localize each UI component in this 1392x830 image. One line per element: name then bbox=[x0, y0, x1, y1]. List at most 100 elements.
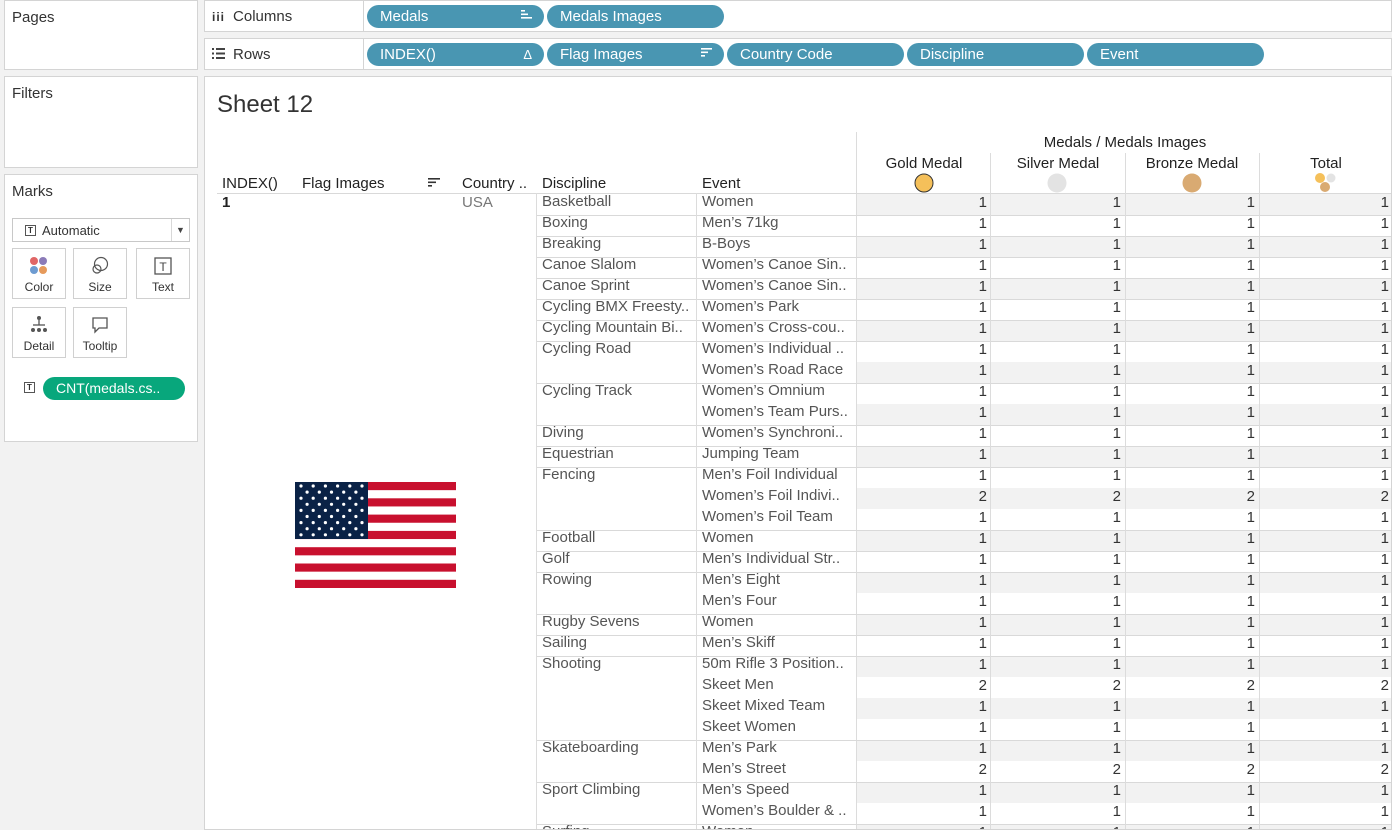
silver-value-cell[interactable]: 1 bbox=[1061, 256, 1121, 276]
discipline-cell[interactable]: Skateboarding bbox=[542, 738, 690, 758]
total-value-cell[interactable]: 1 bbox=[1329, 466, 1389, 486]
bronze-value-cell[interactable]: 1 bbox=[1195, 634, 1255, 654]
bronze-value-cell[interactable]: 1 bbox=[1195, 802, 1255, 822]
silver-value-cell[interactable]: 2 bbox=[1061, 760, 1121, 780]
event-cell[interactable]: Women’s Canoe Sin.. bbox=[702, 255, 852, 275]
bronze-value-cell[interactable]: 1 bbox=[1195, 718, 1255, 738]
bronze-value-cell[interactable]: 1 bbox=[1195, 340, 1255, 360]
discipline-cell[interactable]: Cycling BMX Freesty.. bbox=[542, 297, 690, 317]
bronze-value-cell[interactable]: 1 bbox=[1195, 529, 1255, 549]
event-cell[interactable]: Women’s Individual .. bbox=[702, 339, 852, 359]
bronze-value-cell[interactable]: 1 bbox=[1195, 739, 1255, 759]
table-row[interactable]: Diving Women’s Synchroni.. 1 1 1 1 bbox=[205, 423, 1391, 446]
event-cell[interactable]: 50m Rifle 3 Position.. bbox=[702, 654, 852, 674]
table-row[interactable]: Equestrian Jumping Team 1 1 1 1 bbox=[205, 444, 1391, 467]
table-row[interactable]: Fencing Men’s Foil Individual 1 1 1 1 bbox=[205, 466, 1391, 488]
event-cell[interactable]: B-Boys bbox=[702, 234, 852, 254]
bronze-value-cell[interactable]: 1 bbox=[1195, 697, 1255, 717]
total-value-cell[interactable]: 1 bbox=[1329, 277, 1389, 297]
gold-value-cell[interactable]: 1 bbox=[927, 508, 987, 528]
event-cell[interactable]: Men’s Skiff bbox=[702, 633, 852, 653]
country-header[interactable]: Country .. bbox=[462, 175, 527, 192]
gold-value-cell[interactable]: 1 bbox=[927, 718, 987, 738]
event-cell[interactable]: Women bbox=[702, 192, 852, 212]
gold-value-cell[interactable]: 1 bbox=[927, 256, 987, 276]
silver-value-cell[interactable]: 1 bbox=[1061, 235, 1121, 255]
total-value-cell[interactable]: 1 bbox=[1329, 361, 1389, 381]
table-row[interactable]: Surfing Women 1 1 1 1 bbox=[205, 823, 1391, 829]
table-row[interactable]: Golf Men’s Individual Str.. 1 1 1 1 bbox=[205, 550, 1391, 572]
silver-value-cell[interactable]: 1 bbox=[1061, 571, 1121, 591]
gold-value-cell[interactable]: 1 bbox=[927, 340, 987, 360]
silver-value-cell[interactable]: 1 bbox=[1061, 529, 1121, 549]
discipline-cell[interactable]: Basketball bbox=[542, 192, 690, 212]
table-row[interactable]: Women’s Team Purs.. 1 1 1 1 bbox=[205, 402, 1391, 425]
bronze-value-cell[interactable]: 1 bbox=[1195, 613, 1255, 633]
discipline-cell[interactable]: Cycling Road bbox=[542, 339, 690, 359]
table-row[interactable]: Women’s Foil Team 1 1 1 1 bbox=[205, 507, 1391, 530]
gold-value-cell[interactable]: 2 bbox=[927, 676, 987, 696]
bronze-value-cell[interactable]: 2 bbox=[1195, 487, 1255, 507]
silver-value-cell[interactable]: 1 bbox=[1061, 382, 1121, 402]
gold-value-cell[interactable]: 1 bbox=[927, 319, 987, 339]
total-value-cell[interactable]: 1 bbox=[1329, 382, 1389, 402]
total-value-cell[interactable]: 1 bbox=[1329, 298, 1389, 318]
total-value-cell[interactable]: 1 bbox=[1329, 613, 1389, 633]
table-row[interactable]: Canoe Slalom Women’s Canoe Sin.. 1 1 1 1 bbox=[205, 255, 1391, 278]
silver-value-cell[interactable]: 1 bbox=[1061, 298, 1121, 318]
cnt-field-pill[interactable]: CNT(medals.cs.. bbox=[43, 377, 185, 400]
silver-value-cell[interactable]: 1 bbox=[1061, 466, 1121, 486]
gold-value-cell[interactable]: 1 bbox=[927, 823, 987, 829]
gold-value-cell[interactable]: 1 bbox=[927, 550, 987, 570]
bronze-value-cell[interactable]: 1 bbox=[1195, 823, 1255, 829]
gold-value-cell[interactable]: 1 bbox=[927, 781, 987, 801]
index-pill[interactable]: INDEX() Δ bbox=[367, 43, 544, 66]
tooltip-button[interactable]: Tooltip bbox=[73, 307, 127, 358]
event-cell[interactable]: Women’s Cross-cou.. bbox=[702, 318, 852, 338]
total-value-cell[interactable]: 1 bbox=[1329, 655, 1389, 675]
event-cell[interactable]: Women’s Team Purs.. bbox=[702, 402, 852, 422]
mark-type-dropdown[interactable]: T Automatic ▼ bbox=[12, 218, 190, 242]
event-cell[interactable]: Women bbox=[702, 612, 852, 632]
bronze-value-cell[interactable]: 1 bbox=[1195, 277, 1255, 297]
discipline-cell[interactable]: Canoe Slalom bbox=[542, 255, 690, 275]
discipline-pill[interactable]: Discipline bbox=[907, 43, 1084, 66]
event-cell[interactable]: Men’s Four bbox=[702, 591, 852, 611]
bronze-value-cell[interactable]: 1 bbox=[1195, 592, 1255, 612]
discipline-header[interactable]: Discipline bbox=[542, 175, 606, 192]
event-cell[interactable]: Skeet Men bbox=[702, 675, 852, 695]
bronze-value-cell[interactable]: 1 bbox=[1195, 508, 1255, 528]
discipline-cell[interactable]: Equestrian bbox=[542, 444, 690, 464]
gold-value-cell[interactable]: 1 bbox=[927, 445, 987, 465]
table-row[interactable]: Shooting 50m Rifle 3 Position.. 1 1 1 1 bbox=[205, 654, 1391, 677]
bronze-value-cell[interactable]: 1 bbox=[1195, 571, 1255, 591]
gold-value-cell[interactable]: 2 bbox=[927, 487, 987, 507]
total-value-cell[interactable]: 1 bbox=[1329, 235, 1389, 255]
silver-value-cell[interactable]: 1 bbox=[1061, 823, 1121, 829]
silver-value-cell[interactable]: 1 bbox=[1061, 361, 1121, 381]
event-cell[interactable]: Women’s Synchroni.. bbox=[702, 423, 852, 443]
gold-value-cell[interactable]: 1 bbox=[927, 613, 987, 633]
silver-value-cell[interactable]: 1 bbox=[1061, 718, 1121, 738]
table-row[interactable]: Cycling Mountain Bi.. Women’s Cross-cou..… bbox=[205, 318, 1391, 341]
total-value-cell[interactable]: 1 bbox=[1329, 592, 1389, 612]
total-value-cell[interactable]: 1 bbox=[1329, 718, 1389, 738]
silver-value-cell[interactable]: 1 bbox=[1061, 214, 1121, 234]
medals-pill[interactable]: Medals bbox=[367, 5, 544, 28]
total-value-cell[interactable]: 1 bbox=[1329, 424, 1389, 444]
total-value-cell[interactable]: 1 bbox=[1329, 193, 1389, 213]
event-cell[interactable]: Women’s Foil Team bbox=[702, 507, 852, 527]
total-value-cell[interactable]: 1 bbox=[1329, 340, 1389, 360]
bronze-value-cell[interactable]: 1 bbox=[1195, 214, 1255, 234]
event-cell[interactable]: Women’s Park bbox=[702, 297, 852, 317]
rows-shelf[interactable]: Rows INDEX() Δ Flag Images Country Code … bbox=[204, 38, 1392, 70]
event-cell[interactable]: Women’s Boulder & .. bbox=[702, 801, 852, 821]
discipline-cell[interactable]: Rowing bbox=[542, 570, 690, 590]
gold-value-cell[interactable]: 1 bbox=[927, 424, 987, 444]
bronze-value-cell[interactable]: 1 bbox=[1195, 445, 1255, 465]
gold-medal-header[interactable]: Gold Medal bbox=[857, 155, 991, 172]
event-cell[interactable]: Men’s Eight bbox=[702, 570, 852, 590]
discipline-cell[interactable]: Shooting bbox=[542, 654, 690, 674]
table-row[interactable]: Sailing Men’s Skiff 1 1 1 1 bbox=[205, 633, 1391, 656]
event-cell[interactable]: Women bbox=[702, 528, 852, 548]
